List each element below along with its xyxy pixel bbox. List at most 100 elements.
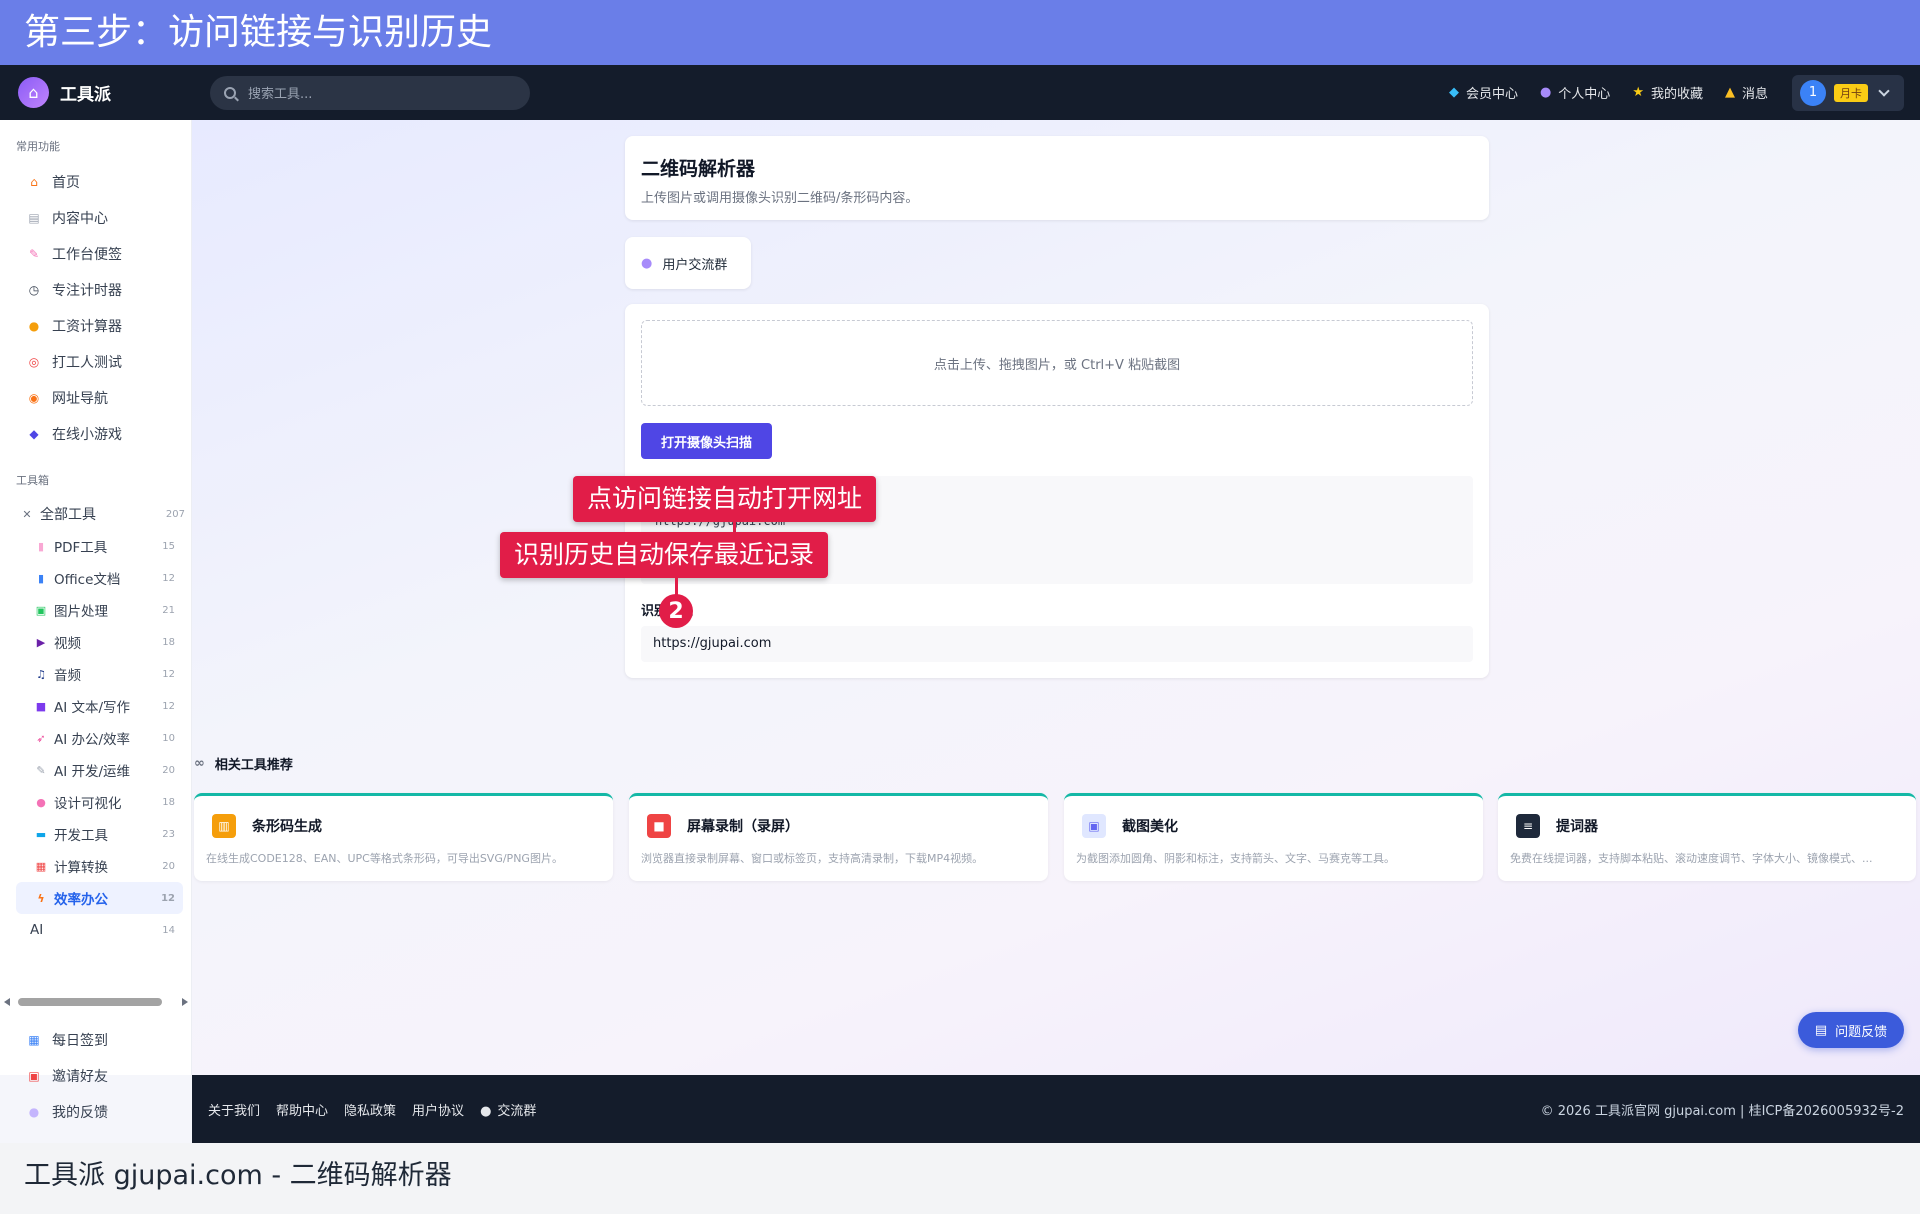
sidebar-item-label: 打工人测试 bbox=[52, 355, 122, 371]
step-number-marker: 2 bbox=[659, 594, 693, 628]
sidebar-tool-efficiency[interactable]: ϟ 效率办公 12 bbox=[16, 882, 183, 914]
compass-icon: ◉ bbox=[28, 391, 40, 405]
sidebar-tool-image[interactable]: ▣ 图片处理 21 bbox=[0, 594, 183, 626]
nav-personal-center[interactable]: ● 个人中心 bbox=[1540, 83, 1610, 102]
scroll-left-arrow-icon[interactable] bbox=[4, 998, 10, 1006]
user-group-label: 用户交流群 bbox=[662, 257, 728, 273]
footer-link-about[interactable]: 关于我们 bbox=[208, 1100, 260, 1119]
sidebar-item-test[interactable]: ◎ 打工人测试 bbox=[0, 344, 191, 380]
footer-link-group[interactable]: ● 交流群 bbox=[480, 1100, 536, 1119]
rocket-icon: ➶ bbox=[36, 731, 46, 745]
book-icon: ▮ bbox=[37, 571, 45, 585]
user-group-button[interactable]: ● 用户交流群 bbox=[625, 237, 751, 289]
sidebar-item-label: 工资计算器 bbox=[52, 319, 122, 335]
user-icon: ● bbox=[1539, 85, 1552, 100]
sidebar-item-salary[interactable]: ● 工资计算器 bbox=[0, 308, 191, 344]
page-title: 二维码解析器 bbox=[641, 158, 756, 180]
logo[interactable]: ⌂ 工具派 bbox=[18, 77, 190, 108]
tool-description: 在线生成CODE128、EAN、UPC等格式条形码，可导出SVG/PNG图片。 bbox=[206, 852, 563, 865]
sidebar-item-label: 图片处理 bbox=[54, 604, 108, 620]
sidebar-tool-ai-office[interactable]: ➶ AI 办公/效率 10 bbox=[0, 722, 183, 754]
nav-member-center[interactable]: ◆ 会员中心 bbox=[1449, 83, 1518, 102]
tool-count: 18 bbox=[162, 636, 175, 648]
sidebar-item-notes[interactable]: ✎ 工作台便签 bbox=[0, 236, 191, 272]
sidebar-item-label: 计算转换 bbox=[54, 860, 108, 876]
user-menu[interactable]: 1 月卡 bbox=[1792, 74, 1904, 111]
sidebar-tool-dev[interactable]: ▬ 开发工具 23 bbox=[0, 818, 183, 850]
scrollbar-thumb[interactable] bbox=[18, 998, 162, 1006]
chat-icon: ● bbox=[28, 1105, 40, 1119]
sidebar-item-label: AI 开发/运维 bbox=[54, 764, 131, 780]
diamond-icon: ◆ bbox=[1448, 85, 1459, 100]
tool-count: 15 bbox=[162, 540, 175, 552]
footer-link-help[interactable]: 帮助中心 bbox=[276, 1100, 328, 1119]
sidebar-item-invite[interactable]: ▣ 邀请好友 bbox=[0, 1058, 192, 1094]
sidebar-tool-calc[interactable]: ▦ 计算转换 20 bbox=[0, 850, 183, 882]
sidebar-tool-audio[interactable]: ♫ 音频 12 bbox=[0, 658, 183, 690]
dropzone-text: 点击上传、拖拽图片，或 Ctrl+V 粘贴截图 bbox=[933, 357, 1181, 373]
sidebar-item-games[interactable]: ◆ 在线小游戏 bbox=[0, 416, 191, 452]
sidebar-tool-pdf[interactable]: ▮ PDF工具 15 bbox=[0, 530, 183, 562]
sidebar-item-feedback[interactable]: ● 我的反馈 bbox=[0, 1094, 192, 1130]
related-tool-card[interactable]: ▥ 条形码生成 在线生成CODE128、EAN、UPC等格式条形码，可导出SVG… bbox=[194, 793, 613, 881]
sidebar-tool-design[interactable]: ● 设计可视化 18 bbox=[0, 786, 183, 818]
sidebar-item-checkin[interactable]: ▦ 每日签到 bbox=[0, 1022, 192, 1058]
related-tool-card[interactable]: ■ 屏幕录制（录屏） 浏览器直接录制屏幕、窗口或标签页，支持高清录制，下载MP4… bbox=[629, 793, 1048, 881]
sidebar-item-label: AI bbox=[30, 922, 44, 938]
bottom-caption: 工具派 gjupai.com - 二维码解析器 bbox=[0, 1143, 1920, 1214]
sidebar-item-content[interactable]: ▤ 内容中心 bbox=[0, 200, 191, 236]
sidebar-item-nav[interactable]: ◉ 网址导航 bbox=[0, 380, 191, 416]
logo-text: 工具派 bbox=[60, 85, 111, 105]
link-icon: ∞ bbox=[194, 756, 205, 771]
chat-icon: ● bbox=[480, 1103, 492, 1119]
annotation-connector bbox=[675, 576, 678, 596]
main-content: 二维码解析器 上传图片或调用摄像头识别二维码/条形码内容。 ● 用户交流群 点击… bbox=[192, 120, 1920, 1075]
barcode-icon: ▥ bbox=[212, 814, 236, 838]
scroll-right-arrow-icon[interactable] bbox=[182, 998, 188, 1006]
history-item[interactable]: https://gjupai.com bbox=[641, 626, 1473, 662]
related-tool-card[interactable]: ≡ 提词器 免费在线提词器，支持脚本粘贴、滚动速度调节、字体大小、镜像模式、..… bbox=[1498, 793, 1916, 881]
sidebar-tool-office[interactable]: ▮ Office文档 12 bbox=[0, 562, 183, 594]
nav-favorites-label: 我的收藏 bbox=[1650, 87, 1703, 102]
sidebar-item-home[interactable]: ⌂ 首页 bbox=[0, 164, 191, 200]
teleprompter-icon: ≡ bbox=[1516, 814, 1540, 838]
sidebar-tool-video[interactable]: ▶ 视频 18 bbox=[0, 626, 183, 658]
tutorial-banner: 第三步：访问链接与识别历史 bbox=[0, 0, 1920, 65]
star-icon: ★ bbox=[1632, 85, 1644, 100]
sidebar-tool-ai-dev[interactable]: ✎ AI 开发/运维 20 bbox=[0, 754, 183, 786]
sidebar-item-label: AI 办公/效率 bbox=[54, 732, 131, 748]
chevron-down-icon bbox=[1878, 84, 1890, 97]
nav-favorites[interactable]: ★ 我的收藏 bbox=[1632, 83, 1703, 102]
tool-count: 12 bbox=[162, 572, 175, 584]
sidebar-tool-ai-writing[interactable]: ■ AI 文本/写作 12 bbox=[0, 690, 183, 722]
record-icon: ■ bbox=[647, 814, 671, 838]
sidebar-item-all-tools[interactable]: ✕ 全部工具 207 bbox=[0, 498, 185, 530]
annotation-tip-history: 识别历史自动保存最近记录 bbox=[500, 532, 829, 578]
sidebar-section-toolbox: 工具箱 bbox=[16, 474, 49, 487]
tool-name: 截图美化 bbox=[1122, 819, 1178, 835]
search-input[interactable]: 搜索工具... bbox=[210, 75, 530, 110]
footer-link-terms[interactable]: 用户协议 bbox=[412, 1100, 464, 1119]
sidebar-item-timer[interactable]: ◷ 专注计时器 bbox=[0, 272, 191, 308]
nav-messages[interactable]: ▲ 消息 bbox=[1725, 83, 1768, 102]
tool-count: 21 bbox=[162, 604, 175, 616]
gift-icon: ▣ bbox=[28, 1069, 40, 1083]
related-tool-card[interactable]: ▣ 截图美化 为截图添加圆角、阴影和标注，支持箭头、文字、马赛克等工具。 bbox=[1064, 793, 1483, 881]
tool-name: 提词器 bbox=[1556, 819, 1598, 835]
footer-link-privacy[interactable]: 隐私政策 bbox=[344, 1100, 396, 1119]
search-icon bbox=[224, 86, 236, 99]
nav-messages-label: 消息 bbox=[1741, 87, 1768, 102]
upload-dropzone[interactable]: 点击上传、拖拽图片，或 Ctrl+V 粘贴截图 bbox=[641, 320, 1473, 406]
tool-count: 20 bbox=[162, 764, 175, 776]
sidebar-item-label: 网址导航 bbox=[52, 391, 108, 407]
footer: 关于我们 帮助中心 隐私政策 用户协议 ● 交流群 © 2026 工具派官网 gj… bbox=[192, 1075, 1920, 1143]
image-icon: ▣ bbox=[35, 603, 47, 617]
open-camera-button[interactable]: 打开摄像头扫描 bbox=[641, 423, 772, 459]
feedback-button[interactable]: ▤ 问题反馈 bbox=[1798, 1012, 1904, 1048]
sidebar-tool-ai[interactable]: AI 14 bbox=[0, 914, 183, 946]
sidebar-horizontal-scrollbar[interactable] bbox=[4, 996, 188, 1008]
tool-count: 14 bbox=[162, 924, 175, 936]
sidebar-item-label: 音频 bbox=[54, 668, 81, 684]
tool-name: 条形码生成 bbox=[252, 819, 322, 835]
news-icon: ▤ bbox=[28, 211, 40, 225]
